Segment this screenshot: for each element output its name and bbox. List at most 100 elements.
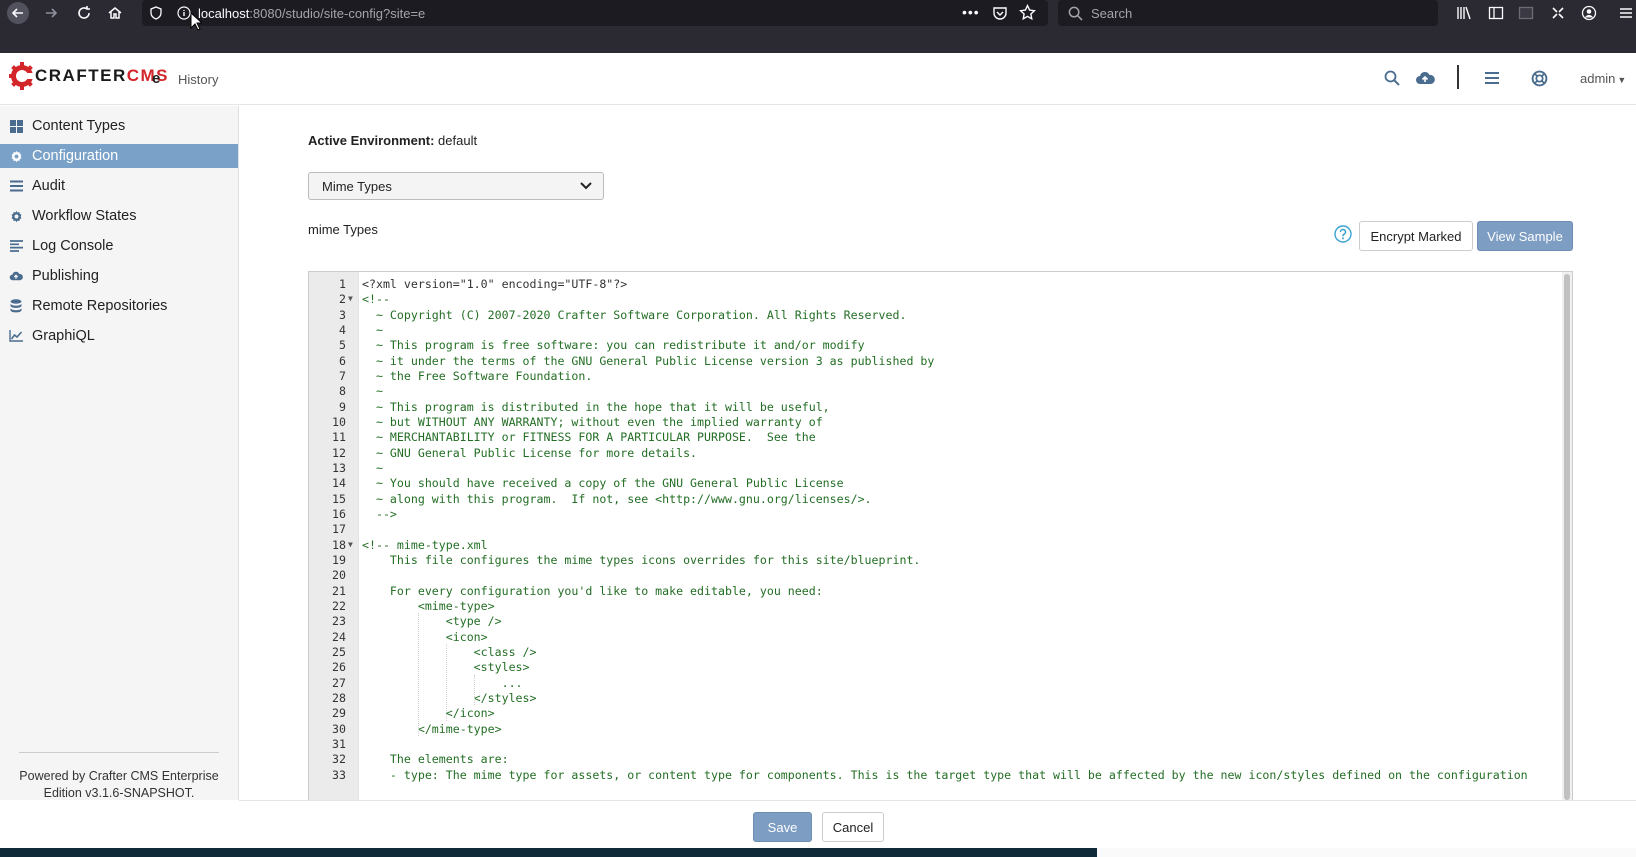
- line-number: 27: [332, 675, 346, 690]
- home-button[interactable]: [104, 2, 126, 24]
- line-number: 2: [339, 292, 346, 307]
- search-icon[interactable]: [1382, 68, 1402, 88]
- active-environment-value: default: [438, 133, 478, 148]
- sidebar-item-log-console[interactable]: Log Console: [0, 234, 238, 258]
- code-text: ~: [362, 460, 383, 475]
- header-divider: [1457, 65, 1459, 89]
- sidebar-footer-divider: [19, 752, 219, 753]
- editor-scrollbar[interactable]: [1562, 272, 1572, 800]
- code-text: ~ This program is free software: you can…: [362, 338, 865, 353]
- help-lifebuoy-icon[interactable]: [1529, 68, 1549, 88]
- account-icon[interactable]: [1581, 5, 1597, 21]
- line-number: 15: [332, 491, 346, 506]
- menu-icon[interactable]: [1482, 68, 1502, 88]
- lines-icon: [9, 239, 23, 253]
- reload-button[interactable]: [73, 2, 95, 24]
- code-line: 30 </mime-type>: [309, 721, 1564, 737]
- config-file-title: mime Types: [308, 222, 378, 237]
- line-number: 22: [332, 598, 346, 613]
- site-name[interactable]: e: [152, 70, 160, 87]
- code-line: 1 <?xml version="1.0" encoding="UTF-8"?>: [309, 276, 1564, 292]
- url-path: :8080/studio/site-config?site=e: [249, 5, 426, 21]
- code-text: <!--: [362, 292, 390, 307]
- code-text: <mime-type>: [362, 598, 495, 613]
- code-text: ~: [362, 322, 383, 337]
- line-number: 5: [339, 338, 346, 353]
- code-line: 22 <mime-type>: [309, 598, 1564, 614]
- editor-scrollbar-thumb[interactable]: [1564, 274, 1570, 800]
- sidebar-item-configuration[interactable]: Configuration: [0, 144, 238, 168]
- version-text: Edition v3.1.6-SNAPSHOT.: [43, 786, 195, 800]
- extension-icon[interactable]: [1550, 5, 1566, 21]
- sidebar-item-workflow-states[interactable]: Workflow States: [0, 204, 238, 228]
- line-number: 16: [332, 506, 346, 521]
- home-icon: [108, 7, 122, 19]
- code-line: 24 <icon>: [309, 629, 1564, 645]
- code-line: 31: [309, 736, 1564, 752]
- powered-by-text: Powered by Crafter CMS Enterprise: [19, 769, 219, 783]
- forward-button[interactable]: [40, 2, 62, 24]
- url-bar[interactable]: localhost:8080/studio/site-config?site=e…: [142, 0, 1048, 26]
- code-text: ~: [362, 384, 383, 399]
- line-number: 12: [332, 445, 346, 460]
- caret-down-icon: ▼: [1617, 75, 1627, 85]
- list-icon: [9, 179, 23, 193]
- history-link[interactable]: History: [178, 72, 218, 87]
- sidebar-item-audit[interactable]: Audit: [0, 174, 238, 198]
- code-text: ~ MERCHANTABILITY or FITNESS FOR A PARTI…: [362, 430, 816, 445]
- line-number: 32: [332, 752, 346, 767]
- code-text: This file configures the mime types icon…: [362, 552, 921, 567]
- bookmark-star-icon[interactable]: [1019, 3, 1036, 24]
- os-taskbar-right: [1097, 848, 1636, 857]
- back-button[interactable]: [7, 2, 29, 24]
- fold-toggle-icon[interactable]: ▼: [348, 291, 356, 307]
- line-number: 17: [332, 522, 346, 537]
- code-line: 10 ~ but WITHOUT ANY WARRANTY; without e…: [309, 414, 1564, 430]
- indent-guide: [417, 613, 419, 736]
- code-line: 8 ~: [309, 383, 1564, 399]
- line-number: 19: [332, 552, 346, 567]
- line-number: 6: [339, 353, 346, 368]
- pocket-icon[interactable]: [992, 5, 1008, 24]
- library-icon[interactable]: [1456, 5, 1472, 21]
- fold-toggle-icon[interactable]: ▼: [348, 537, 356, 553]
- code-text: ~ GNU General Public License for more de…: [362, 445, 698, 460]
- sidebar-item-content-types[interactable]: Content Types: [0, 114, 238, 138]
- view-sample-button[interactable]: View Sample: [1477, 221, 1573, 251]
- browser-search-input[interactable]: Search: [1058, 0, 1438, 26]
- chart-icon: [9, 329, 23, 343]
- more-actions-icon[interactable]: •••: [962, 4, 980, 20]
- save-button[interactable]: Save: [753, 812, 812, 842]
- sidebar-toggle-icon[interactable]: [1488, 5, 1504, 21]
- code-editor[interactable]: 1 <?xml version="1.0" encoding="UTF-8"?> 2…: [308, 271, 1573, 801]
- code-text: ...: [362, 675, 523, 690]
- sidebar-item-remote-repositories[interactable]: Remote Repositories: [0, 294, 238, 318]
- user-menu[interactable]: admin ▼: [1580, 71, 1626, 86]
- crafter-cms-logo[interactable]: CRAFTERCMS: [9, 61, 169, 91]
- hamburger-menu-icon[interactable]: [1618, 5, 1634, 21]
- config-file-select[interactable]: Mime Types: [308, 172, 604, 200]
- shield-icon[interactable]: [148, 5, 164, 21]
- line-number: 13: [332, 460, 346, 475]
- chevron-down-icon: [580, 182, 592, 190]
- cloud-upload-icon[interactable]: [1415, 68, 1435, 88]
- grid-icon: [9, 119, 23, 133]
- code-line: 2 ▼ <!--: [309, 291, 1564, 307]
- url-text[interactable]: localhost:8080/studio/site-config?site=e: [198, 6, 425, 21]
- indent-guide: [445, 643, 447, 721]
- cancel-button[interactable]: Cancel: [822, 812, 884, 842]
- question-circle-icon[interactable]: [1334, 225, 1352, 243]
- container-icon[interactable]: [1518, 5, 1534, 21]
- active-environment: Active Environment: default: [308, 133, 477, 148]
- sidebar-item-label: Configuration: [32, 148, 119, 164]
- code-line: 29 </icon>: [309, 705, 1564, 721]
- sidebar-item-publishing[interactable]: Publishing: [0, 264, 238, 288]
- encrypt-marked-button[interactable]: Encrypt Marked: [1359, 221, 1473, 251]
- code-text: <?xml version="1.0" encoding="UTF-8"?>: [362, 277, 628, 291]
- browser-toolbar: localhost:8080/studio/site-config?site=e…: [0, 0, 1636, 26]
- sidebar: Content Types Configuration Audit Workfl…: [0, 106, 239, 800]
- code-text: <type />: [362, 614, 502, 629]
- code-line: 9 ~ This program is distributed in the h…: [309, 399, 1564, 415]
- sidebar-item-graphiql[interactable]: GraphiQL: [0, 324, 238, 348]
- line-number: 8: [339, 384, 346, 399]
